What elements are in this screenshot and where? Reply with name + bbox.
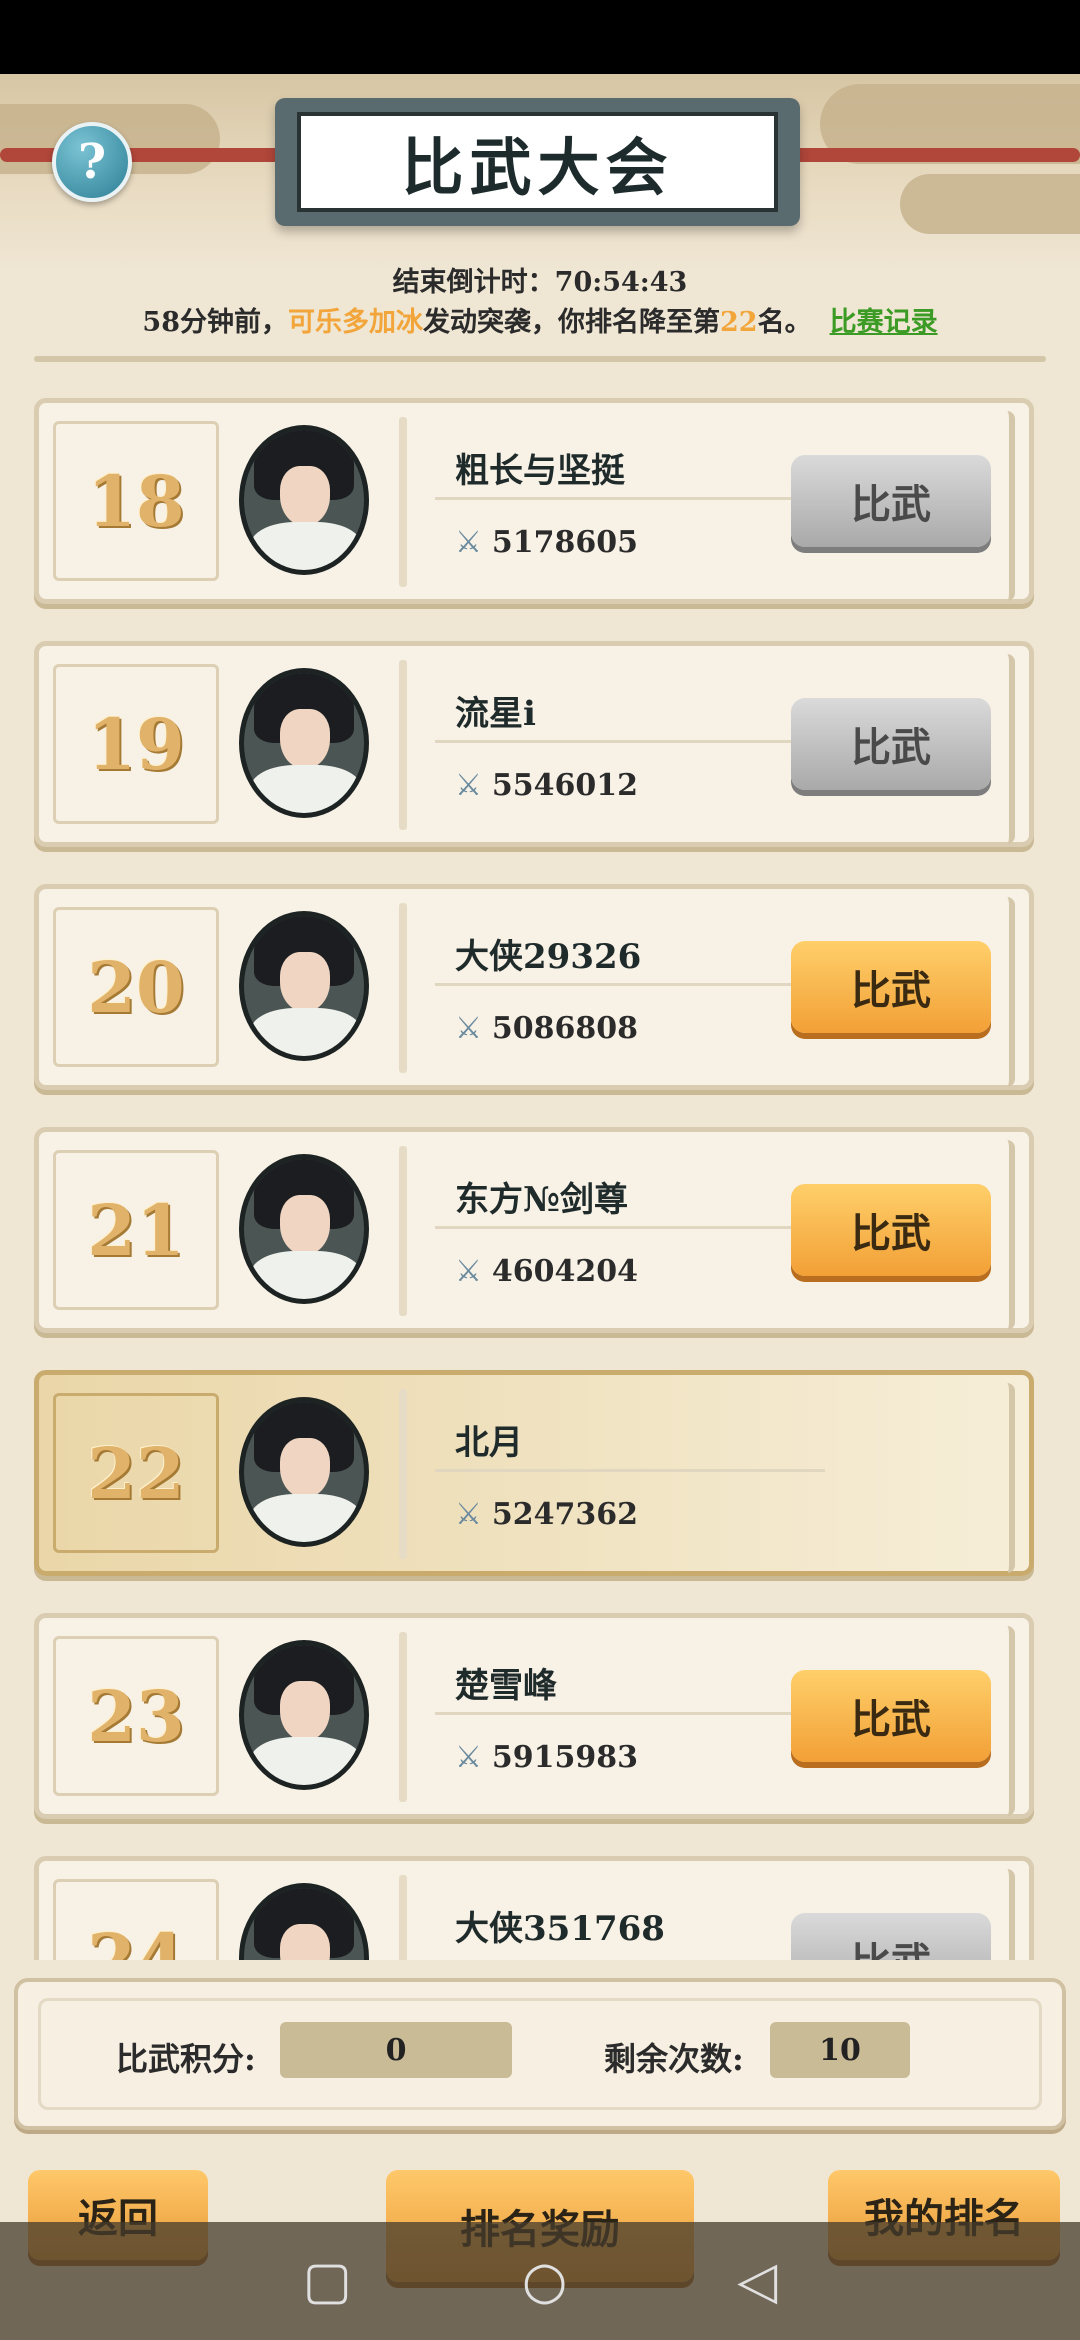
ranking-card: 23 楚雪峰 ⚔ 5915983 比武 <box>34 1613 1034 1819</box>
power-value: 4604204 <box>491 1254 639 1289</box>
status-bar <box>0 0 1080 74</box>
power-display: ⚔ 5086808 <box>455 1011 638 1046</box>
rank-box: 24 <box>53 1879 219 1960</box>
countdown: 结束倒计时：70:54:43 <box>0 260 1080 299</box>
power-value: 5546012 <box>491 768 639 803</box>
countdown-label: 结束倒计时： <box>392 267 555 298</box>
recent-apps-icon[interactable]: ▢ <box>303 2251 352 2311</box>
crossed-swords-icon: ⚔ <box>455 1497 482 1532</box>
title-plaque: 比武大会 <box>275 98 800 226</box>
challenge-button[interactable]: 比武 <box>791 941 991 1033</box>
player-name: 北月 <box>455 1423 523 1463</box>
player-name: 东方№剑尊 <box>455 1180 628 1220</box>
ranking-card: 19 流星i ⚔ 5546012 比武 <box>34 641 1034 847</box>
power-value: 5086808 <box>491 1011 639 1046</box>
divider <box>34 356 1046 362</box>
power-value: 5247362 <box>491 1497 639 1532</box>
avatar[interactable] <box>239 668 369 818</box>
crossed-swords-icon: ⚔ <box>455 1740 482 1775</box>
ranking-card: 18 粗长与坚挺 ⚔ 5178605 比武 <box>34 398 1034 604</box>
remaining-label: 剩余次数: <box>604 2040 744 2078</box>
rank-box: 18 <box>53 421 219 581</box>
rank-box: 20 <box>53 907 219 1067</box>
back-icon[interactable]: ◁ <box>737 2251 777 2311</box>
challenge-button[interactable]: 比武 <box>791 1913 991 1960</box>
power-display: ⚔ 4604204 <box>455 1254 638 1289</box>
points-value: 0 <box>280 2022 512 2078</box>
rank-number: 19 <box>87 702 185 786</box>
crossed-swords-icon: ⚔ <box>455 768 482 803</box>
rank-box: 21 <box>53 1150 219 1310</box>
avatar[interactable] <box>239 1154 369 1304</box>
challenge-button[interactable]: 比武 <box>791 455 991 547</box>
home-icon[interactable]: ○ <box>522 2251 567 2311</box>
score-panel: 比武积分: 0 剩余次数: 10 <box>14 1978 1066 2130</box>
countdown-time: 70:54:43 <box>554 267 688 298</box>
attack-notice: 58分钟前，可乐多加冰发动突袭，你排名降至第22名。 比赛记录 <box>0 300 1080 339</box>
page-title: 比武大会 <box>401 131 674 204</box>
rank-number: 24 <box>87 1917 185 1961</box>
power-display: ⚔ 5915983 <box>455 1740 638 1775</box>
power-display: ⚔ 5178605 <box>455 525 638 560</box>
challenge-button[interactable]: 比武 <box>791 698 991 790</box>
rank-number: 23 <box>87 1674 185 1758</box>
player-name: 粗长与坚挺 <box>455 451 625 491</box>
power-value: 5178605 <box>491 525 639 560</box>
player-name: 流星i <box>455 694 536 734</box>
notice-rank: 22 <box>720 307 758 338</box>
question-mark-icon: ? <box>77 134 107 190</box>
avatar[interactable] <box>239 1640 369 1790</box>
power-display: ⚔ 5546012 <box>455 768 638 803</box>
crossed-swords-icon: ⚔ <box>455 525 482 560</box>
ranking-list[interactable]: 18 粗长与坚挺 ⚔ 5178605 比武 19 流星i ⚔ 5546012 比武 … <box>0 370 1080 1960</box>
match-record-link[interactable]: 比赛记录 <box>830 307 938 338</box>
player-name: 大侠351768 <box>455 1909 665 1949</box>
system-nav-bar: ▢ ○ ◁ <box>0 2222 1080 2340</box>
notice-prefix: 58分钟前， <box>142 307 288 338</box>
rank-number: 20 <box>87 945 185 1029</box>
help-button[interactable]: ? <box>52 122 132 202</box>
crossed-swords-icon: ⚔ <box>455 1011 482 1046</box>
avatar[interactable] <box>239 1397 369 1547</box>
rank-box: 23 <box>53 1636 219 1796</box>
crossed-swords-icon: ⚔ <box>455 1254 482 1289</box>
challenge-button[interactable]: 比武 <box>791 1670 991 1762</box>
player-name: 大侠29326 <box>455 937 642 977</box>
challenge-button[interactable]: 比武 <box>791 1184 991 1276</box>
ranking-card: 24 大侠351768 比武 <box>34 1856 1034 1960</box>
cloud-decoration <box>900 174 1080 234</box>
rank-box: 22 <box>53 1393 219 1553</box>
rank-number: 18 <box>87 459 185 543</box>
rank-number: 21 <box>87 1188 185 1272</box>
power-value: 5915983 <box>491 1740 639 1775</box>
ranking-card: 21 东方№剑尊 ⚔ 4604204 比武 <box>34 1127 1034 1333</box>
ranking-card-self: 22 北月 ⚔ 5247362 <box>34 1370 1034 1576</box>
player-name: 楚雪峰 <box>455 1666 557 1706</box>
points-label: 比武积分: <box>116 2040 256 2078</box>
rank-number: 22 <box>87 1431 185 1515</box>
attacker-name: 可乐多加冰 <box>288 307 423 338</box>
notice-suffix: 名。 <box>757 307 812 338</box>
power-display: ⚔ 5247362 <box>455 1497 638 1532</box>
remaining-value: 10 <box>770 2022 910 2078</box>
avatar[interactable] <box>239 425 369 575</box>
ranking-card: 20 大侠29326 ⚔ 5086808 比武 <box>34 884 1034 1090</box>
rank-box: 19 <box>53 664 219 824</box>
notice-middle: 发动突袭，你排名降至第 <box>423 307 720 338</box>
avatar[interactable] <box>239 1883 369 1960</box>
avatar[interactable] <box>239 911 369 1061</box>
